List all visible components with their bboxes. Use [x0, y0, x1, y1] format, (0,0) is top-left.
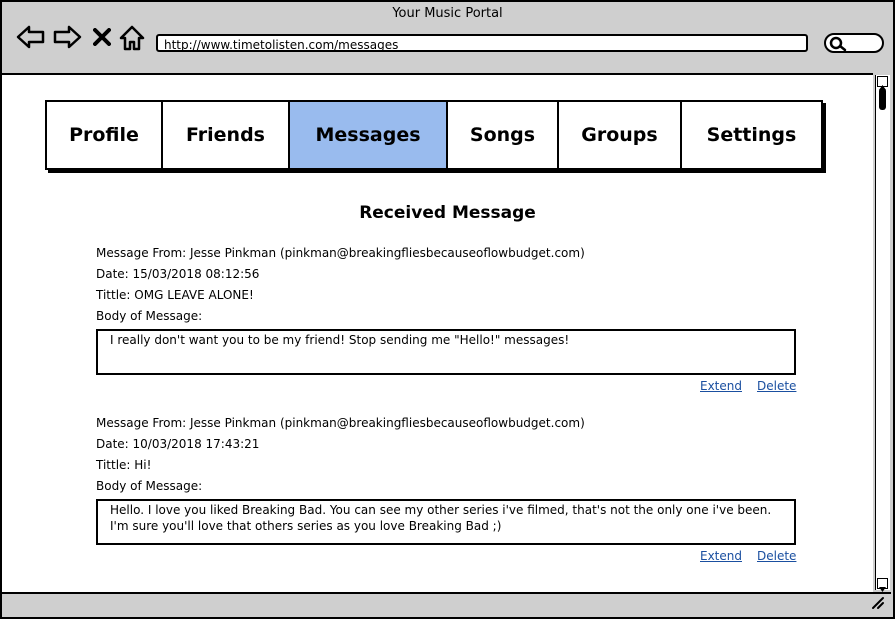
url-input[interactable]: http://www.timetolisten.com/messages — [156, 34, 808, 52]
message-body: I really don't want you to be my friend!… — [96, 329, 796, 375]
search-field[interactable] — [824, 33, 884, 53]
back-arrow-icon[interactable] — [16, 24, 46, 54]
message-from: Message From: Jesse Pinkman (pinkman@bre… — [96, 416, 585, 430]
extend-link[interactable]: Extend — [700, 379, 742, 393]
scroll-thumb[interactable] — [879, 88, 886, 110]
tab-profile[interactable]: Profile — [47, 102, 163, 168]
page-title: Received Message — [359, 203, 536, 223]
tab-groups[interactable]: Groups — [559, 102, 682, 168]
scroll-up-button[interactable] — [877, 76, 888, 90]
message-body-label: Body of Message: — [96, 479, 203, 493]
delete-link[interactable]: Delete — [757, 549, 796, 563]
tab-songs[interactable]: Songs — [448, 102, 559, 168]
forward-arrow-icon[interactable] — [52, 24, 82, 54]
tab-messages[interactable]: Messages — [290, 102, 448, 168]
message-body-label: Body of Message: — [96, 309, 203, 323]
message-date: Date: 10/03/2018 17:43:21 — [96, 437, 260, 451]
resize-grip-icon[interactable] — [871, 595, 885, 614]
main-tabs: Profile Friends Messages Songs Groups Se… — [45, 100, 823, 170]
status-bar — [2, 592, 891, 617]
home-icon[interactable] — [119, 24, 145, 56]
window-title: Your Music Portal — [392, 6, 503, 21]
close-x-icon[interactable] — [93, 28, 111, 50]
scroll-down-button[interactable] — [877, 578, 888, 592]
message-body: Hello. I love you liked Breaking Bad. Yo… — [96, 499, 796, 545]
tab-friends[interactable]: Friends — [163, 102, 290, 168]
search-icon — [829, 36, 847, 52]
tab-settings[interactable]: Settings — [682, 102, 821, 168]
message-date: Date: 15/03/2018 08:12:56 — [96, 267, 260, 281]
extend-link[interactable]: Extend — [700, 549, 742, 563]
message-title: Tittle: OMG LEAVE ALONE! — [96, 288, 254, 302]
delete-link[interactable]: Delete — [757, 379, 796, 393]
vertical-scrollbar[interactable] — [875, 75, 890, 592]
message-title: Tittle: Hi! — [96, 458, 152, 472]
message-from: Message From: Jesse Pinkman (pinkman@bre… — [96, 246, 585, 260]
